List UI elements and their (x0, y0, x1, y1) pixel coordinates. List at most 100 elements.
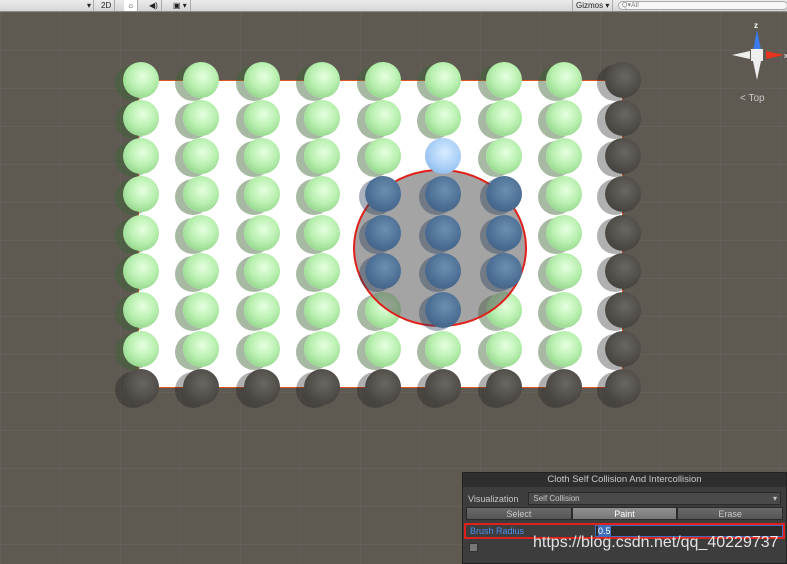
cloth-particle[interactable] (605, 369, 641, 405)
cloth-particle[interactable] (546, 138, 582, 174)
cloth-particle[interactable] (304, 62, 340, 98)
cloth-particle[interactable] (486, 100, 522, 136)
cloth-particle[interactable] (486, 62, 522, 98)
cloth-particle[interactable] (123, 331, 159, 367)
cloth-particle[interactable] (304, 176, 340, 212)
cloth-particle[interactable] (605, 100, 641, 136)
tab-erase[interactable]: Erase (677, 507, 784, 520)
neg-x-cone[interactable] (732, 51, 750, 59)
cloth-particle[interactable] (486, 369, 522, 405)
cloth-particle[interactable] (365, 253, 401, 289)
cloth-particle[interactable] (546, 176, 582, 212)
cloth-particle[interactable] (546, 253, 582, 289)
z-axis-label: z (754, 21, 758, 30)
cloth-particle[interactable] (244, 292, 280, 328)
orientation-gizmo[interactable]: z x < Top (728, 18, 787, 108)
gizmos-dropdown[interactable]: Gizmos ▾ (572, 0, 614, 11)
cloth-particle[interactable] (425, 62, 461, 98)
cloth-particle[interactable] (123, 100, 159, 136)
cloth-particle[interactable] (183, 100, 219, 136)
cloth-particle[interactable] (123, 292, 159, 328)
cloth-particle[interactable] (183, 253, 219, 289)
cloth-particle[interactable] (425, 100, 461, 136)
x-axis-cone[interactable] (766, 51, 784, 59)
cloth-particle[interactable] (425, 369, 461, 405)
center-cube[interactable] (751, 49, 763, 61)
cloth-particle[interactable] (365, 331, 401, 367)
tab-paint[interactable]: Paint (571, 507, 678, 520)
cloth-particle[interactable] (605, 292, 641, 328)
cloth-particle[interactable] (486, 138, 522, 174)
tab-select[interactable]: Select (466, 507, 572, 520)
cloth-particle[interactable] (244, 138, 280, 174)
cloth-particle[interactable] (244, 62, 280, 98)
cloth-particle[interactable] (123, 253, 159, 289)
image-icon[interactable]: ▣ ▾ (170, 0, 191, 11)
cloth-particle[interactable] (123, 62, 159, 98)
cloth-particle[interactable] (304, 369, 340, 405)
cloth-particle[interactable] (365, 215, 401, 251)
cloth-particle[interactable] (605, 176, 641, 212)
cloth-particle[interactable] (123, 369, 159, 405)
search-input[interactable]: Q▾All (618, 1, 787, 10)
cloth-particle[interactable] (546, 292, 582, 328)
cloth-particle[interactable] (304, 253, 340, 289)
cloth-particle[interactable] (425, 138, 461, 174)
dropdown-arrow[interactable]: ▾ (84, 0, 94, 11)
neg-y-cone[interactable] (753, 61, 761, 80)
cloth-particle[interactable] (365, 138, 401, 174)
cloth-particle[interactable] (183, 369, 219, 405)
2d-toggle[interactable]: 2D (98, 0, 116, 11)
z-axis-cone[interactable] (753, 30, 761, 50)
cloth-particle[interactable] (425, 176, 461, 212)
watermark: https://blog.csdn.net/qq_40229737 (533, 534, 779, 551)
cloth-particle[interactable] (486, 331, 522, 367)
cloth-particle[interactable] (546, 369, 582, 405)
cloth-particle[interactable] (304, 100, 340, 136)
cloth-particle[interactable] (605, 331, 641, 367)
cloth-particle[interactable] (425, 253, 461, 289)
cloth-particle[interactable] (183, 292, 219, 328)
cloth-particle[interactable] (546, 100, 582, 136)
cloth-particle[interactable] (123, 215, 159, 251)
cloth-particle[interactable] (486, 215, 522, 251)
cloth-particle[interactable] (183, 215, 219, 251)
cloth-particle[interactable] (365, 100, 401, 136)
cloth-particle[interactable] (304, 292, 340, 328)
cloth-particle[interactable] (244, 331, 280, 367)
cloth-particle[interactable] (425, 331, 461, 367)
checkbox[interactable] (469, 543, 478, 552)
cloth-particle[interactable] (244, 176, 280, 212)
cloth-particle[interactable] (183, 331, 219, 367)
cloth-particle[interactable] (244, 369, 280, 405)
cloth-particle[interactable] (183, 138, 219, 174)
cloth-particle[interactable] (546, 331, 582, 367)
visualization-dropdown[interactable]: Self Collision ▾ (528, 492, 781, 505)
cloth-particle[interactable] (244, 253, 280, 289)
cloth-particle[interactable] (123, 176, 159, 212)
cloth-particle[interactable] (123, 138, 159, 174)
cloth-particle[interactable] (605, 215, 641, 251)
sun-icon[interactable]: ☼ (124, 0, 139, 11)
cloth-particle[interactable] (486, 176, 522, 212)
cloth-particle[interactable] (365, 176, 401, 212)
cloth-particle[interactable] (546, 62, 582, 98)
cloth-particle[interactable] (304, 215, 340, 251)
cloth-particle[interactable] (605, 62, 641, 98)
view-label: < Top (740, 93, 765, 104)
cloth-particle[interactable] (425, 292, 461, 328)
cloth-particle[interactable] (486, 253, 522, 289)
cloth-particle[interactable] (244, 100, 280, 136)
speaker-icon[interactable]: ◀) (146, 0, 162, 11)
cloth-particle[interactable] (425, 215, 461, 251)
cloth-particle[interactable] (183, 176, 219, 212)
cloth-particle[interactable] (183, 62, 219, 98)
cloth-particle[interactable] (546, 215, 582, 251)
cloth-particle[interactable] (365, 369, 401, 405)
cloth-particle[interactable] (605, 138, 641, 174)
cloth-particle[interactable] (365, 62, 401, 98)
cloth-particle[interactable] (304, 331, 340, 367)
cloth-particle[interactable] (605, 253, 641, 289)
cloth-particle[interactable] (304, 138, 340, 174)
cloth-particle[interactable] (244, 215, 280, 251)
